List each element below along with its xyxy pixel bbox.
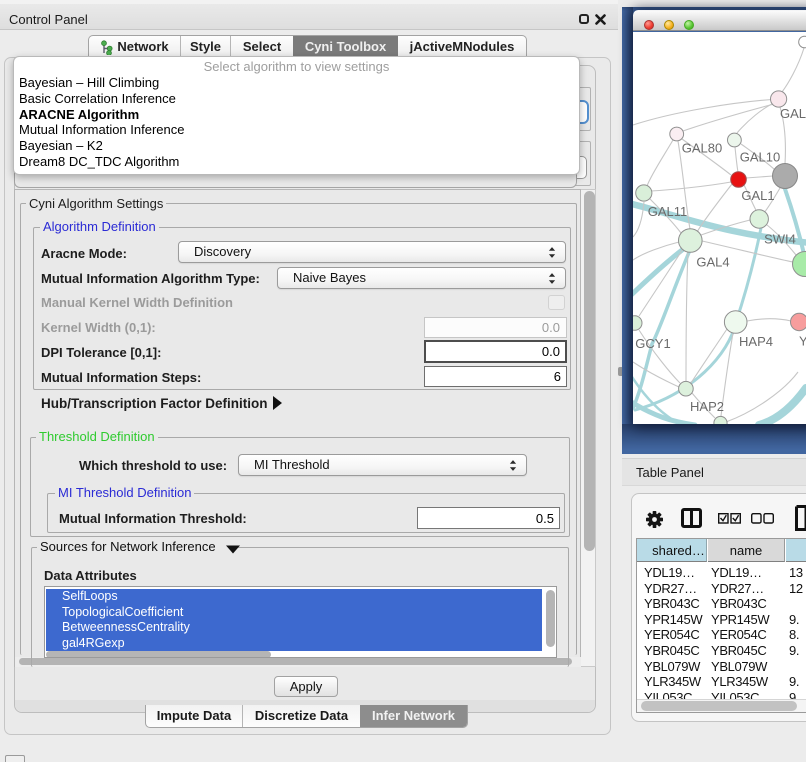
svg-text:GAL4: GAL4 [696, 255, 729, 270]
svg-text:GAL1: GAL1 [741, 188, 774, 203]
svg-text:GAL80: GAL80 [682, 141, 722, 156]
svg-text:GAL: GAL [780, 106, 806, 121]
svg-text:GAL11: GAL11 [648, 204, 688, 219]
svg-text:GCY1: GCY1 [635, 336, 670, 351]
svg-text:Y: Y [799, 334, 806, 349]
svg-text:HAP2: HAP2 [690, 399, 724, 414]
svg-text:GAL10: GAL10 [740, 150, 780, 165]
svg-text:HAP4: HAP4 [739, 334, 773, 349]
svg-text:SWI4: SWI4 [764, 232, 796, 247]
